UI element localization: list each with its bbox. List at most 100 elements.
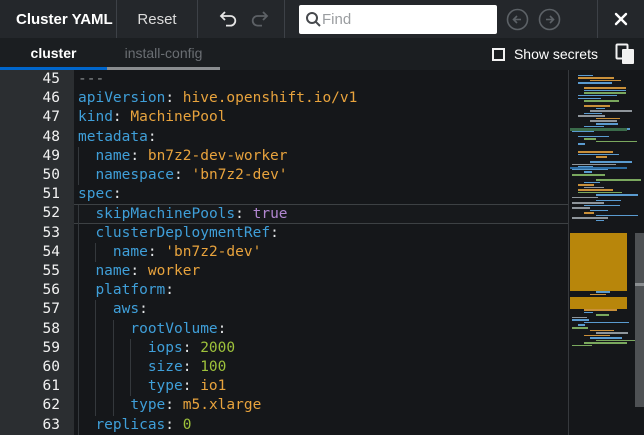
line-number: 59 [0,339,74,358]
minimap-line [584,187,604,189]
minimap-line [596,291,610,293]
minimap-line [584,312,593,314]
indent-guide [78,320,95,339]
minimap-line [590,120,617,122]
code-line[interactable]: type: m5.xlarge [74,396,568,415]
indent-guide [130,377,147,396]
line-number: 57 [0,300,74,319]
line-number: 62 [0,396,74,415]
find-input[interactable] [322,11,521,28]
minimap-line [584,171,592,173]
code-line[interactable]: type: io1 [74,377,568,396]
code-line[interactable]: iops: 2000 [74,339,568,358]
close-button[interactable] [613,11,629,27]
indent-guide [78,147,95,166]
line-number: 51 [0,185,74,204]
minimap-line [578,189,613,191]
minimap-line [596,108,605,110]
code-line[interactable]: spec: [74,185,568,204]
minimap-line [596,194,638,196]
minimap-line [584,100,619,102]
indent-guide [95,396,112,415]
vertical-scrollbar[interactable] [635,70,644,435]
line-number: 56 [0,281,74,300]
line-number: 61 [0,377,74,396]
minimap-line [578,77,614,79]
line-number: 48 [0,128,74,147]
minimap-line [596,123,618,125]
code-line[interactable]: apiVersion: hive.openshift.io/v1 [74,89,568,108]
arrow-left-circle-icon [506,8,529,31]
find-previous-button[interactable] [506,8,529,31]
line-number: 47 [0,108,74,127]
code-line[interactable]: clusterDeploymentRef: [74,224,568,243]
code-area[interactable]: ---apiVersion: hive.openshift.io/v1kind:… [74,70,568,435]
reset-button[interactable]: Reset [117,11,197,28]
indent-guide [78,224,95,243]
minimap-line [572,197,598,199]
code-line[interactable]: platform: [74,281,568,300]
minimap-line [590,210,608,212]
line-number: 50 [0,166,74,185]
tab-install-config[interactable]: install-config [107,38,220,70]
minimap-line [590,330,614,332]
code-line[interactable]: namespace: 'bn7z2-dev' [74,166,568,185]
code-line[interactable]: aws: [74,300,568,319]
indent-guide [78,377,95,396]
line-number: 52 [0,204,74,223]
scrollbar-thumb[interactable] [635,233,644,407]
tab-cluster[interactable]: cluster [0,38,107,70]
minimap-line [596,340,635,342]
code-line[interactable]: size: 100 [74,358,568,377]
minimap-line [578,136,609,138]
minimap-line [584,322,629,324]
minimap-line [572,202,604,204]
undo-icon [216,11,238,27]
redo-button[interactable] [250,11,272,27]
yaml-editor[interactable]: 45464748495051525354555657585960616263 -… [0,70,644,435]
minimap-line [578,95,617,97]
redo-icon [250,11,272,27]
minimap-line [584,87,626,89]
minimap-line [572,207,590,209]
indent-guide [130,358,147,377]
code-line[interactable]: name: worker [74,262,568,281]
copy-button[interactable] [615,38,636,70]
show-secrets-toggle[interactable]: Show secrets [492,38,598,70]
minimap-line [590,294,606,296]
page-title: Cluster YAML [0,11,116,28]
minimap-line [584,126,604,128]
tab-bar: cluster install-config Show secrets [0,38,644,70]
minimap-line [584,113,602,115]
minimap-line [578,184,594,186]
find-next-button[interactable] [538,8,561,31]
code-line[interactable]: rootVolume: [74,320,568,339]
minimap-line [584,138,596,140]
indent-guide [113,339,130,358]
code-line[interactable]: name: 'bn7z2-dev' [74,243,568,262]
show-secrets-checkbox[interactable] [492,48,505,61]
indent-guide [78,205,95,224]
indent-guide [78,416,95,435]
indent-guide [95,300,112,319]
minimap-text-block [570,233,627,291]
minimap[interactable] [568,70,628,435]
code-line[interactable]: --- [74,70,568,89]
minimap-match-highlight-line [570,128,627,131]
code-line[interactable]: replicas: 0 [74,416,568,435]
line-number: 60 [0,358,74,377]
line-number: 55 [0,262,74,281]
minimap-line [572,164,616,166]
minimap-line [590,337,622,339]
code-line[interactable]: skipMachinePools: true [74,204,568,223]
minimap-line [578,82,612,84]
code-line[interactable]: metadata: [74,128,568,147]
minimap-line [596,215,638,217]
minimap-text-block [570,297,627,309]
undo-button[interactable] [216,11,238,27]
line-number: 46 [0,89,74,108]
code-line[interactable]: name: bn7z2-dev-worker [74,147,568,166]
minimap-decoration-line [570,167,627,169]
minimap-line [596,200,621,202]
code-line[interactable]: kind: MachinePool [74,108,568,127]
